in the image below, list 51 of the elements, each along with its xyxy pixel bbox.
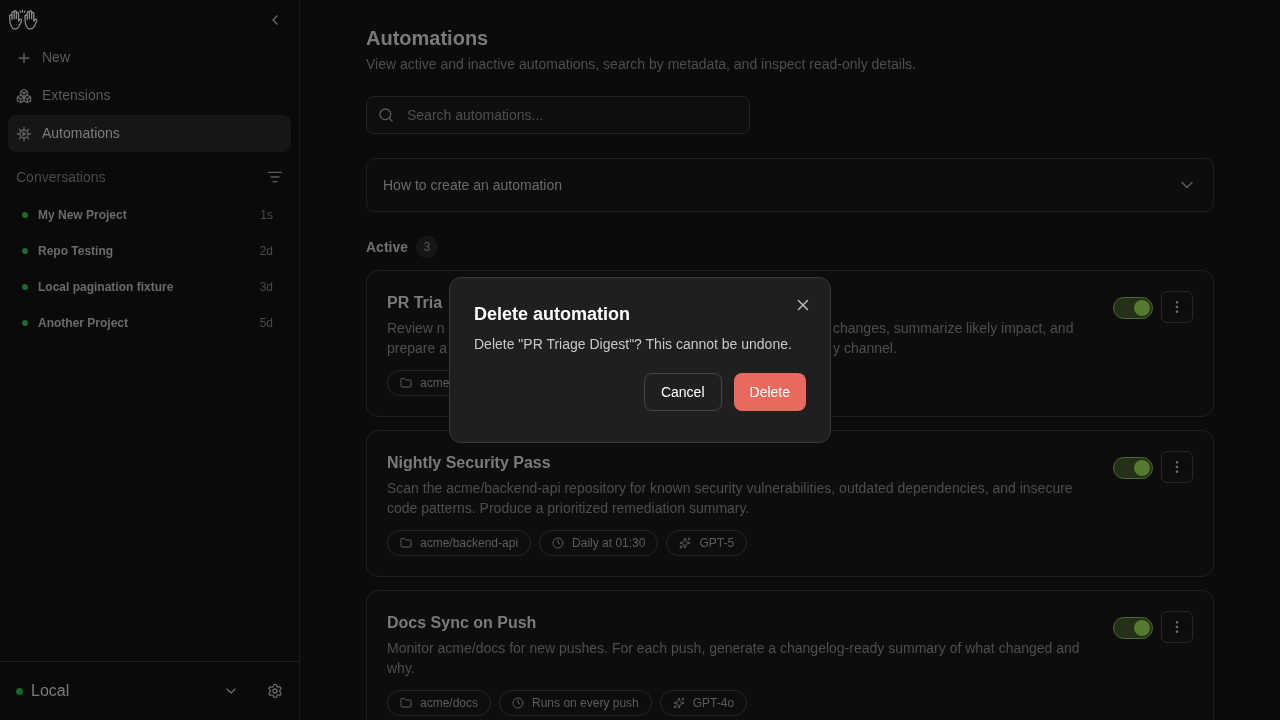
conversation-time: 5d	[259, 315, 274, 332]
automation-title: Docs Sync on Push	[387, 613, 537, 633]
description-text: Monitor acme/docs for new pushes. For each push, generate a changelog-ready summary of what changed and why.	[387, 639, 1081, 678]
sparkles-icon	[679, 537, 692, 549]
folder-icon	[400, 377, 412, 389]
conversation-item[interactable]: Local pagination fixture 3d	[8, 269, 291, 305]
sparkles-icon	[672, 697, 685, 709]
description-text: prepare a	[387, 339, 447, 358]
description-text: Review n	[387, 319, 445, 338]
conversation-title: My New Project	[38, 207, 128, 224]
gear-play-icon	[16, 125, 32, 142]
conversation-item[interactable]: Repo Testing 2d	[8, 233, 291, 269]
settings-icon[interactable]	[267, 683, 283, 699]
description-text: changes, summarize likely impact, and	[833, 319, 1074, 338]
folder-icon	[400, 537, 412, 549]
nav-item[interactable]: New	[8, 39, 291, 76]
nav-item[interactable]: Automations	[8, 115, 291, 152]
conversation-title: Local pagination fixture	[38, 279, 175, 296]
conversation-title: Repo Testing	[38, 243, 115, 260]
nav-item[interactable]: Extensions	[8, 77, 291, 114]
dialog-title: Delete automation	[474, 303, 632, 326]
toggle-switch[interactable]	[1113, 617, 1153, 639]
conversation-item[interactable]: My New Project 1s	[8, 197, 291, 233]
conversation-time: 3d	[259, 279, 274, 296]
automation-title: PR Tria	[387, 293, 443, 313]
search-field[interactable]: Search automations...	[366, 96, 750, 134]
cubes-icon	[16, 87, 32, 104]
toggle-switch[interactable]	[1113, 457, 1153, 479]
conversation-time: 1s	[260, 207, 274, 224]
help-accordion[interactable]: How to create an automation	[366, 158, 1214, 212]
dialog-message: Delete "PR Triage Digest"? This cannot be undone.	[474, 335, 793, 354]
page-subtitle: View active and inactive automations, search by metadata, and inspect read-only details.	[366, 55, 917, 74]
conversation-title: Another Project	[38, 315, 129, 332]
clock-icon	[552, 537, 565, 549]
automation-title: Nightly Security Pass	[387, 453, 551, 473]
description-text: y channel.	[833, 339, 897, 358]
clock-icon	[512, 697, 525, 709]
environment-label: Local	[31, 681, 71, 701]
search-icon	[378, 107, 394, 123]
filter-icon[interactable]	[267, 169, 283, 185]
section-heading: Active	[366, 237, 409, 257]
folder-icon	[400, 697, 412, 709]
toggle-switch[interactable]	[1113, 297, 1153, 319]
section-heading: Conversations	[16, 167, 106, 187]
conversation-item[interactable]: Another Project 5d	[8, 305, 291, 341]
page-title: Automations	[366, 26, 490, 50]
conversation-time: 2d	[259, 243, 274, 260]
description-text: Scan the acme/backend-api repository for known security vulnerabilities, outdated dependencies, and insecure code patterns. Produce a prioritized remediation summary.	[387, 479, 1074, 518]
cancel-button[interactable]: Cancel	[643, 373, 722, 411]
count-badge: 3	[416, 236, 439, 258]
delete-button[interactable]: Delete	[733, 373, 806, 411]
